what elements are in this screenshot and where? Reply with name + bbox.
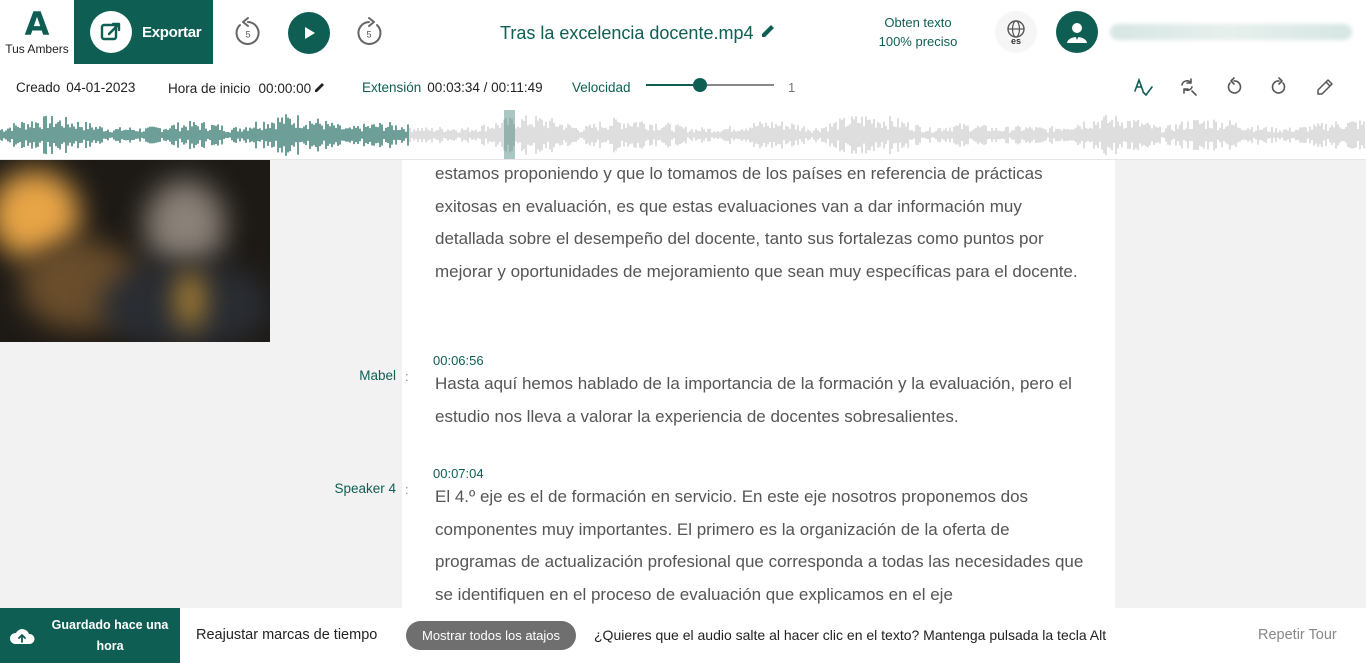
find-replace-icon: [1181, 78, 1197, 96]
edit-button[interactable]: [1312, 74, 1338, 100]
speed-label: Velocidad: [572, 80, 631, 95]
start-time-value: 00:00:00: [258, 81, 312, 96]
video-face-blob: [145, 180, 225, 270]
file-title-area: Tras la excelencia docente.mp4: [500, 22, 777, 45]
rewind-seconds: 5: [245, 30, 250, 40]
export-icon: [90, 11, 132, 53]
spellcheck-button[interactable]: [1130, 74, 1156, 100]
promo-line-2: 100% preciso: [878, 34, 958, 49]
user-icon: [1067, 23, 1087, 43]
rewind-5-button[interactable]: 5: [227, 12, 269, 54]
edit-title-icon[interactable]: [759, 22, 777, 45]
extension-label: Extensión: [362, 80, 422, 95]
pencil-icon: [1317, 79, 1333, 95]
logo-label: Tus Ambers: [5, 42, 69, 56]
logo-mark: A: [24, 5, 50, 43]
speed-slider-thumb[interactable]: [692, 78, 707, 92]
created-value: 04-01-2023: [66, 80, 136, 95]
speed-slider-fill: [646, 84, 700, 86]
created-info: Creado 04-01-2023: [16, 80, 135, 95]
globe-icon: es: [1007, 20, 1025, 46]
bottom-bar: Guardado hace una hora Reajustar marcas …: [0, 608, 1366, 663]
spellcheck-icon: [1134, 77, 1153, 96]
speaker-label-mabel[interactable]: Mabel: [236, 368, 396, 383]
undo-icon: [1227, 77, 1242, 94]
language-code: es: [1011, 36, 1021, 46]
timestamp-block-1[interactable]: 00:06:56: [433, 353, 484, 368]
speed-slider[interactable]: [646, 78, 774, 92]
saved-status: Guardado hace una hora: [0, 608, 180, 663]
speaker-separator: :: [405, 369, 409, 384]
redo-button[interactable]: [1266, 74, 1292, 100]
video-tie-blob: [178, 270, 202, 330]
audio-waveform[interactable]: [0, 110, 1366, 160]
find-replace-button[interactable]: [1175, 74, 1201, 100]
info-bar: Creado 04-01-2023 Hora de inicio 00:00:0…: [0, 64, 1366, 110]
extension-value: 00:03:34 / 00:11:49: [427, 80, 543, 95]
file-title: Tras la excelencia docente.mp4: [500, 23, 754, 43]
created-label: Creado: [16, 80, 61, 95]
forward-icon: 5: [357, 17, 382, 45]
saved-line-2: hora: [96, 638, 124, 653]
transcript-panel: estamos proponiendo y que lo tomamos de …: [402, 160, 1115, 608]
transcript-text-block-1[interactable]: Hasta aquí hemos hablado de la importanc…: [435, 368, 1095, 433]
accurate-text-promo[interactable]: Obten texto 100% preciso: [860, 13, 976, 51]
waveform-graph: [0, 110, 1365, 160]
start-time-label: Hora de inicio: [168, 81, 251, 96]
redo-icon: [1271, 77, 1286, 94]
transcript-text-block-2[interactable]: El 4.º eje es el de formación en servici…: [435, 481, 1095, 608]
video-preview[interactable]: [0, 160, 270, 342]
playhead-cursor[interactable]: [504, 110, 515, 160]
rewind-icon: 5: [235, 17, 260, 45]
readjust-timestamps-link[interactable]: Reajustar marcas de tiempo: [196, 627, 377, 643]
speaker-label-speaker-4[interactable]: Speaker 4: [236, 481, 396, 496]
forward-seconds: 5: [366, 30, 371, 40]
repeat-tour-link[interactable]: Repetir Tour: [1258, 627, 1337, 643]
show-shortcuts-button[interactable]: Mostrar todos los atajos: [406, 621, 577, 650]
speaker-separator: :: [405, 482, 409, 497]
user-avatar[interactable]: [1056, 11, 1098, 53]
user-email-redacted: [1110, 24, 1352, 40]
logo[interactable]: A Tus Ambers: [0, 0, 74, 64]
speed-info: Velocidad: [572, 80, 631, 95]
play-button[interactable]: [288, 12, 330, 54]
timestamp-block-2[interactable]: 00:07:04: [433, 466, 484, 481]
promo-line-1: Obten texto: [884, 15, 952, 30]
forward-5-button[interactable]: 5: [348, 12, 390, 54]
undo-button[interactable]: [1221, 74, 1247, 100]
cloud-upload-icon: [9, 628, 35, 644]
edit-start-time-icon[interactable]: [313, 80, 327, 97]
export-label: Exportar: [142, 23, 202, 41]
top-bar: A Tus Ambers Exportar 5 5 Tras la excele…: [0, 0, 1366, 64]
export-button[interactable]: Exportar: [74, 0, 213, 64]
language-button[interactable]: es: [995, 11, 1037, 53]
start-time-info: Hora de inicio 00:00:00: [168, 80, 327, 97]
play-icon: [305, 27, 315, 39]
saved-status-text: Guardado hace una hora: [50, 615, 170, 657]
extension-info: Extensión 00:03:34 / 00:11:49: [362, 80, 543, 95]
transcript-text-block-0[interactable]: estamos proponiendo y que lo tomamos de …: [435, 160, 1095, 288]
saved-line-1: Guardado hace una: [51, 617, 169, 632]
speed-value: 1: [788, 80, 796, 95]
alt-click-hint: ¿Quieres que el audio salte al hacer cli…: [594, 627, 1107, 643]
